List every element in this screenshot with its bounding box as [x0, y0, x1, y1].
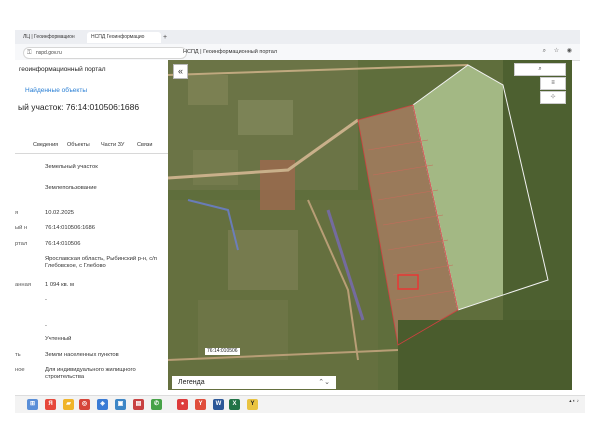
excel-icon[interactable]: X: [229, 399, 240, 410]
network-icon[interactable]: ◈: [97, 399, 108, 410]
lock-icon: ⚿: [27, 50, 32, 56]
panel-tabs: Сведения Объекты Части ЗУ Связи: [15, 140, 168, 152]
ruler-icon: ⊹: [550, 94, 556, 100]
browser-tools: ⌕ ☆ ◉: [537, 47, 572, 55]
os-taskbar: ⊞ Я ▰ ◎ ◈ ▣ ▤ ✆ ● Y W X Y ▴ ◐ ♪: [15, 395, 585, 413]
url-field[interactable]: ⚿ nspd.gov.ru: [23, 47, 187, 59]
profile-icon[interactable]: ◉: [567, 48, 572, 54]
legend-label: Легенда: [178, 379, 205, 386]
tab-links[interactable]: Связи: [137, 142, 152, 148]
browser-tab-nspd[interactable]: НСПД Геоинформацио: [87, 32, 161, 43]
browser-address-bar: ⚿ nspd.gov.ru НСПД | Геоинформационный п…: [15, 44, 580, 61]
whatsapp-icon[interactable]: ✆: [151, 399, 162, 410]
new-tab-button[interactable]: +: [163, 32, 167, 43]
collapse-panel-button[interactable]: «: [173, 64, 188, 79]
chevron-icon: ⌃⌄: [318, 379, 330, 386]
search-icon: ⌕: [538, 66, 542, 72]
satellite-map[interactable]: « ⌕ ≡ ⊹ 76:14:010506 Легенда ⌃⌄: [168, 60, 572, 390]
word-icon[interactable]: W: [213, 399, 224, 410]
map-imagery: [168, 60, 572, 390]
search-map-button[interactable]: ⌕: [514, 63, 566, 76]
folder-icon[interactable]: ▰: [63, 399, 74, 410]
measure-button[interactable]: ⊹: [540, 91, 566, 104]
info-panel: геоинформационный портал Найденные объек…: [15, 60, 168, 390]
yandex-browser-icon[interactable]: Y: [195, 399, 206, 410]
portal-header: геоинформационный портал: [19, 66, 106, 73]
system-tray[interactable]: ▴ ◐ ♪: [569, 397, 579, 404]
bookmark-icon[interactable]: ☆: [554, 48, 559, 54]
tray-icons: ▴ ◐ ♪: [569, 398, 579, 403]
tab-label: ЛЦ | Геоинформацион: [23, 34, 75, 40]
found-objects-link[interactable]: Найденные объекты: [25, 87, 87, 94]
media-icon[interactable]: ●: [177, 399, 188, 410]
start-icon[interactable]: ⊞: [27, 399, 38, 410]
yandex-disk-icon[interactable]: Y: [247, 399, 258, 410]
remote-icon[interactable]: ▣: [115, 399, 126, 410]
tab-details[interactable]: Сведения: [33, 142, 58, 148]
page-title: НСПД | Геоинформационный портал: [183, 49, 278, 55]
tab-label: НСПД Геоинформацио: [91, 34, 145, 40]
yandex-icon[interactable]: Я: [45, 399, 56, 410]
browser-tab-lk[interactable]: ЛЦ | Геоинформацион: [19, 32, 87, 43]
layers-button[interactable]: ≡: [540, 77, 566, 90]
map-toolbar: ⌕ ≡ ⊹: [514, 63, 566, 123]
tab-objects[interactable]: Объекты: [67, 142, 90, 148]
browser-tab-bar: ЛЦ | Геоинформацион НСПД Геоинформацио +: [15, 30, 580, 44]
translate-icon[interactable]: ⌕: [543, 48, 546, 54]
legend-toggle[interactable]: Легенда ⌃⌄: [172, 376, 336, 389]
divider: [15, 153, 168, 154]
chrome-icon[interactable]: ◎: [79, 399, 90, 410]
parcel-title: ый участок: 76:14:010506:1686: [18, 102, 140, 112]
url-text: nspd.gov.ru: [36, 50, 62, 56]
pdf-icon[interactable]: ▤: [133, 399, 144, 410]
tab-parts[interactable]: Части ЗУ: [101, 142, 124, 148]
layers-icon: ≡: [551, 80, 555, 86]
parcel-label: 76:14:010506: [205, 348, 240, 355]
